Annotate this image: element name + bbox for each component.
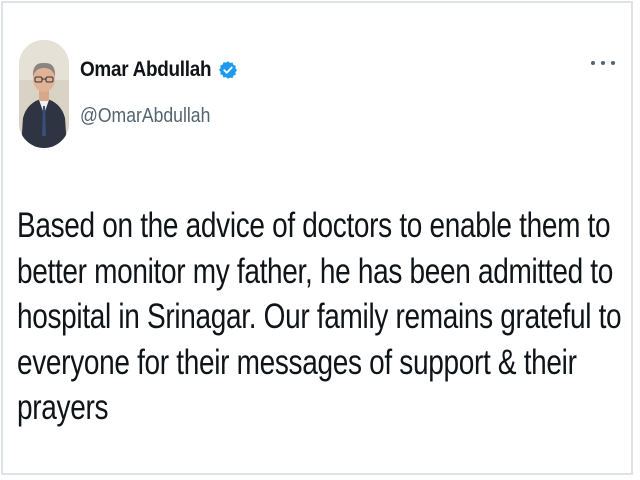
avatar-photo [19,40,69,148]
tweet-text: Based on the advice of doctors to enable… [17,203,625,431]
author-display-name[interactable]: Omar Abdullah [80,58,212,82]
author-handle[interactable]: @OmarAbdullah [80,105,210,128]
tweet-text-line: everyone for their messages of support &… [17,342,577,428]
verified-badge-icon [218,60,238,80]
tweet-text-line: better monitor my father, he has been ad… [17,251,613,291]
author-name-row[interactable]: Omar Abdullah [80,58,238,82]
more-options-icon[interactable] [591,55,615,71]
tweet-text-line: Based on the advice of doctors to enable… [17,206,611,245]
tweet-card: Omar Abdullah @OmarAbdullah Based on the… [1,1,633,475]
author-avatar[interactable] [19,40,69,148]
tweet-text-line: hospital in Srinagar. Our family remains… [17,297,622,336]
